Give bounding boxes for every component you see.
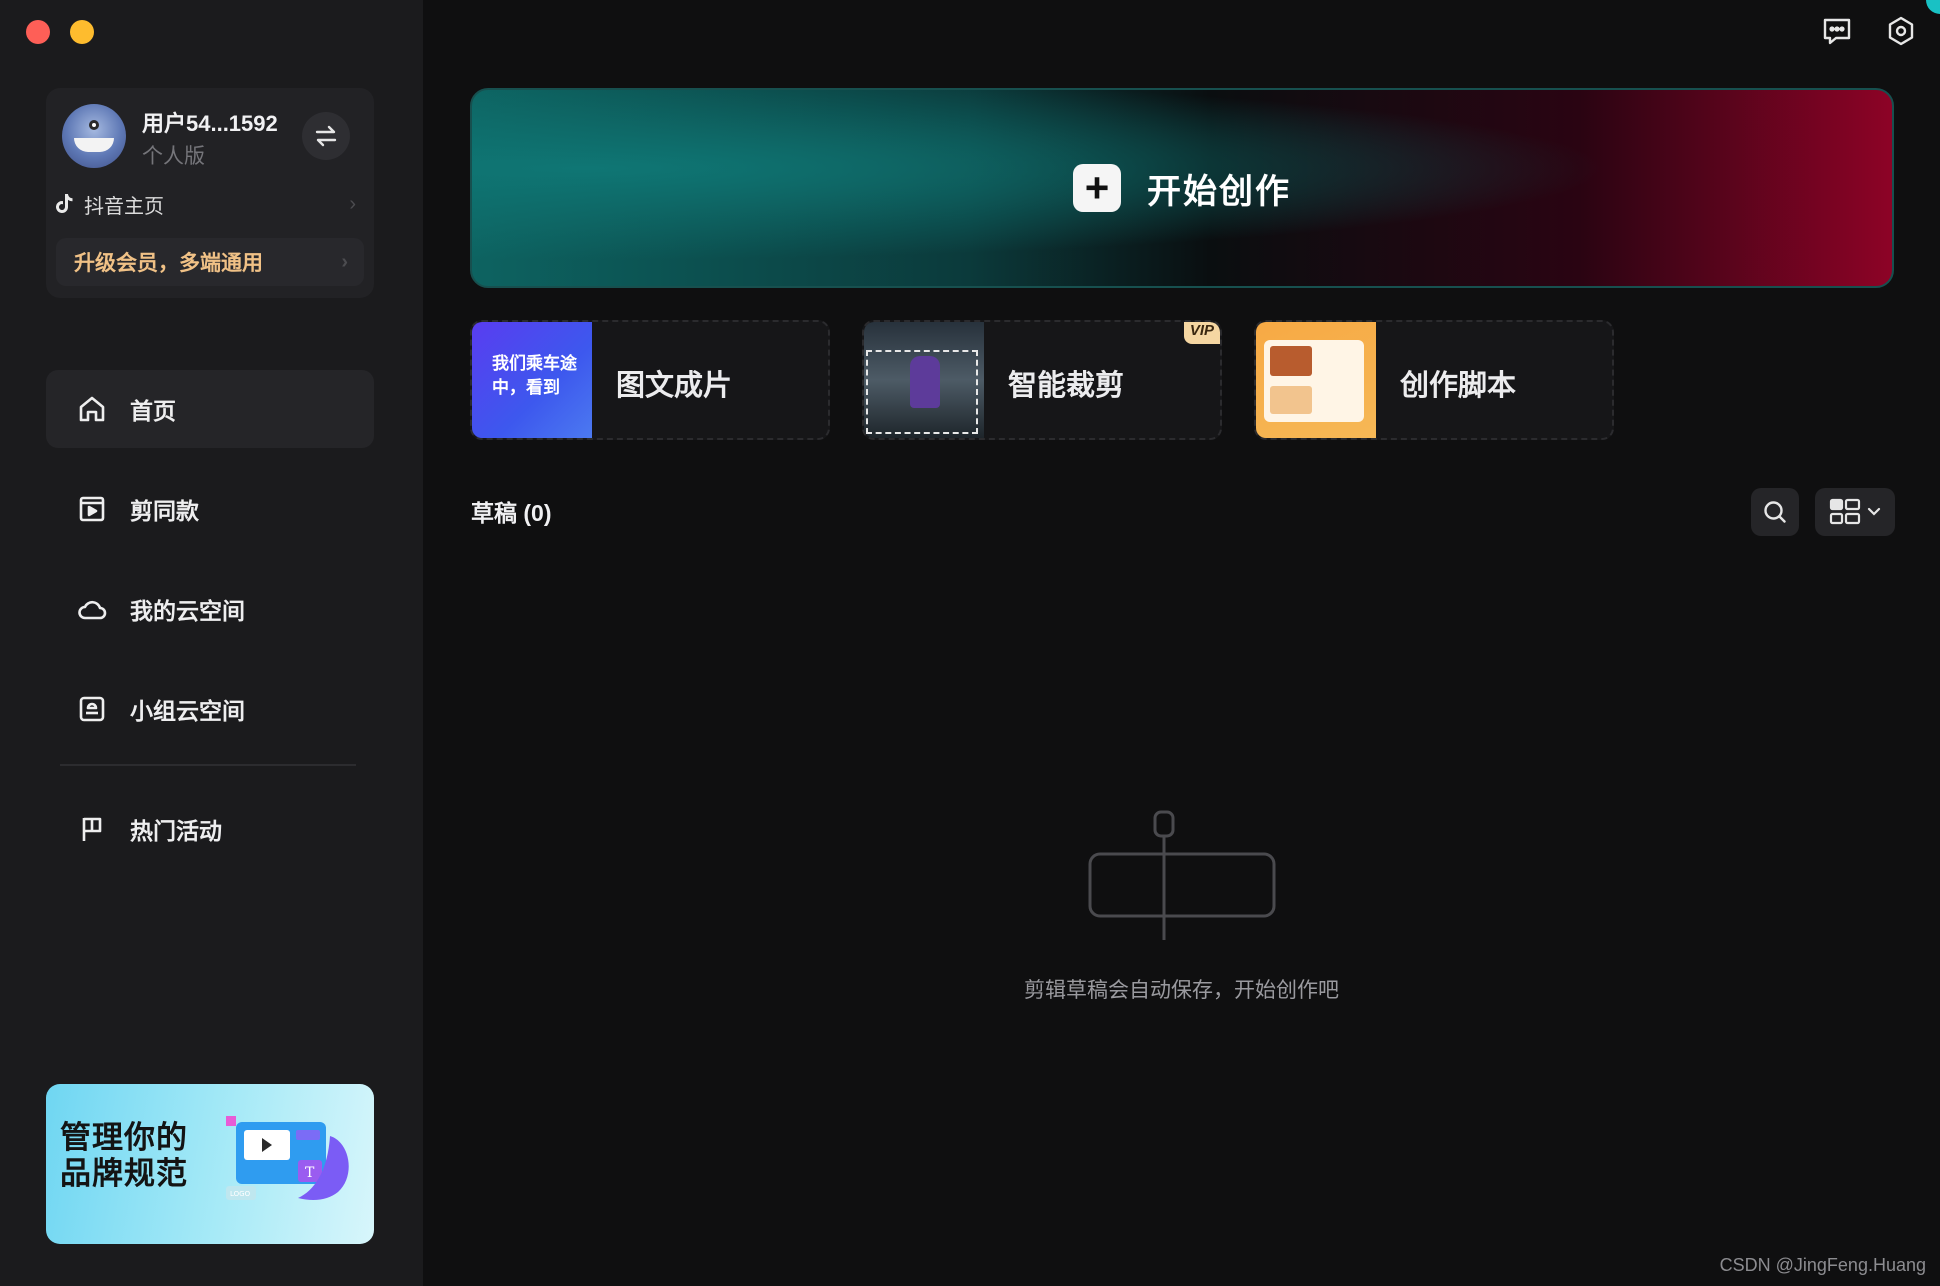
sidebar-nav: 首页 剪同款 我的云空间 小组云空间 热门活动 bbox=[46, 370, 374, 890]
sidebar-item-label: 我的云空间 bbox=[130, 598, 245, 624]
sidebar-item-label: 剪同款 bbox=[130, 498, 199, 524]
sidebar-item-label: 小组云空间 bbox=[130, 698, 245, 724]
search-icon bbox=[1764, 501, 1786, 523]
chevron-right-icon: › bbox=[349, 192, 356, 215]
settings-icon[interactable] bbox=[1884, 14, 1918, 48]
sidebar-item-team-cloud[interactable]: 小组云空间 bbox=[46, 670, 374, 748]
nav-divider bbox=[60, 764, 356, 766]
start-create-label: 开始创作 bbox=[1147, 172, 1291, 211]
team-cloud-icon bbox=[79, 696, 105, 722]
sidebar-item-label: 首页 bbox=[130, 398, 176, 424]
card-thumbnail bbox=[1256, 322, 1376, 438]
card-thumbnail bbox=[864, 322, 984, 438]
douyin-home-link[interactable]: 抖音主页 › bbox=[56, 188, 356, 220]
promo-illustration: T LOGO bbox=[226, 1116, 349, 1200]
sidebar: 用户54...1592 个人版 抖音主页 › 升级会员，多端通用 › 首页 剪同… bbox=[0, 0, 423, 1286]
user-card: 用户54...1592 个人版 抖音主页 › 升级会员，多端通用 › bbox=[46, 88, 374, 298]
card-thumbnail: 我们乘车途中，看到 bbox=[472, 322, 592, 438]
card-label: 创作脚本 bbox=[1400, 370, 1517, 402]
vip-badge: VIP bbox=[1183, 322, 1220, 344]
sidebar-item-events[interactable]: 热门活动 bbox=[46, 790, 374, 868]
home-icon bbox=[79, 396, 105, 422]
upgrade-label: 升级会员，多端通用 bbox=[74, 252, 263, 275]
swap-icon bbox=[315, 125, 337, 147]
upgrade-membership-button[interactable]: 升级会员，多端通用 › bbox=[56, 238, 364, 286]
grid-view-icon bbox=[1829, 498, 1861, 525]
empty-drafts-message: 剪辑草稿会自动保存，开始创作吧 bbox=[1024, 979, 1339, 1002]
status-indicator bbox=[1926, 0, 1940, 14]
sidebar-item-template[interactable]: 剪同款 bbox=[46, 470, 374, 548]
cloud-icon bbox=[78, 600, 107, 620]
douyin-icon bbox=[56, 194, 73, 214]
watermark: CSDN @JingFeng.Huang bbox=[1719, 1255, 1926, 1275]
header-actions bbox=[1820, 14, 1940, 48]
douyin-label: 抖音主页 bbox=[84, 195, 164, 218]
close-window-button[interactable] bbox=[26, 20, 50, 44]
window-controls bbox=[26, 20, 94, 44]
svg-text:LOGO: LOGO bbox=[230, 1190, 251, 1198]
chevron-right-icon: › bbox=[341, 250, 348, 273]
chevron-down-icon bbox=[1867, 507, 1881, 516]
quick-card-text-to-video[interactable]: 我们乘车途中，看到 图文成片 bbox=[470, 320, 830, 440]
card-label: 智能裁剪 bbox=[1008, 370, 1125, 402]
sidebar-item-my-cloud[interactable]: 我的云空间 bbox=[46, 570, 374, 648]
drafts-title: 草稿 (0) bbox=[471, 500, 552, 526]
start-create-button[interactable]: + 开始创作 bbox=[470, 88, 1894, 288]
feedback-icon[interactable] bbox=[1820, 14, 1854, 48]
svg-text:T: T bbox=[305, 1165, 315, 1181]
view-mode-button[interactable] bbox=[1815, 488, 1895, 536]
sidebar-item-label: 热门活动 bbox=[130, 818, 222, 844]
plus-icon: + bbox=[1073, 164, 1121, 212]
search-button[interactable] bbox=[1751, 488, 1799, 536]
user-plan: 个人版 bbox=[142, 145, 205, 168]
user-name: 用户54...1592 bbox=[142, 111, 278, 136]
minimize-window-button[interactable] bbox=[70, 20, 94, 44]
avatar[interactable] bbox=[62, 104, 126, 168]
switch-account-button[interactable] bbox=[302, 112, 350, 160]
template-icon bbox=[79, 496, 105, 522]
quick-card-script[interactable]: 创作脚本 bbox=[1254, 320, 1614, 440]
card-label: 图文成片 bbox=[616, 370, 733, 402]
empty-drafts-illustration bbox=[1088, 810, 1276, 940]
quick-card-smart-crop[interactable]: 智能裁剪 VIP bbox=[862, 320, 1222, 440]
flag-icon bbox=[82, 817, 102, 841]
promo-banner[interactable]: 管理你的 品牌规范 T LOGO bbox=[46, 1084, 374, 1244]
sidebar-item-home[interactable]: 首页 bbox=[46, 370, 374, 448]
promo-text: 管理你的 品牌规范 bbox=[60, 1120, 188, 1191]
